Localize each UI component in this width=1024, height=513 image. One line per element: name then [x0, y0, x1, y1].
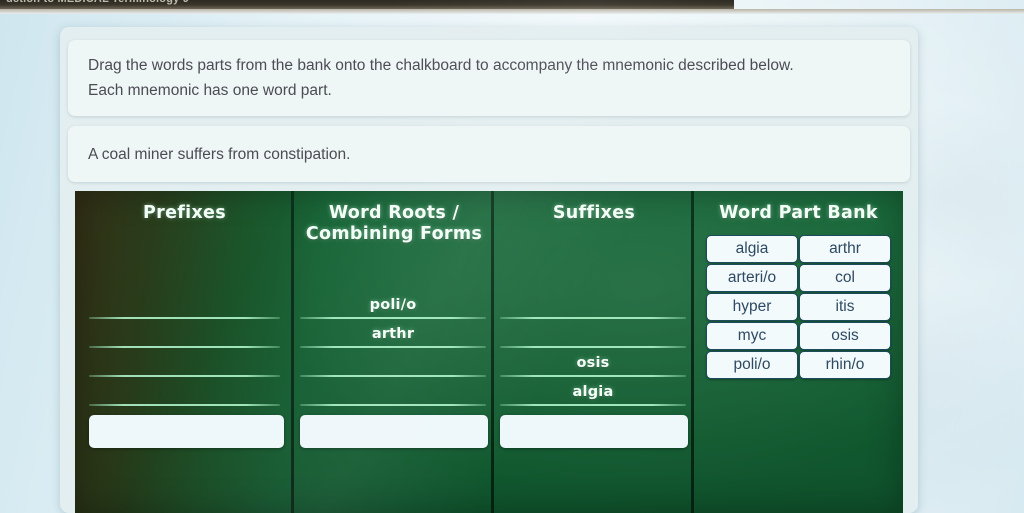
suffixes-rule-3 — [500, 375, 686, 377]
column-header-word-roots: Word Roots / Combining Forms — [294, 203, 494, 244]
chalkboard-column-prefixes[interactable]: Prefixes — [75, 191, 294, 513]
word-roots-rule-4 — [300, 404, 486, 406]
word-part-bank-header: Word Part Bank — [719, 203, 878, 223]
suffixes-rule-2 — [500, 346, 686, 348]
bank-tile[interactable]: algia — [706, 235, 798, 263]
bank-tile[interactable]: col — [799, 264, 891, 292]
bank-tile[interactable]: hyper — [706, 293, 798, 321]
instructions-line-1: Drag the words parts from the bank onto … — [88, 57, 794, 74]
word-roots-slot-2[interactable]: arthr — [300, 326, 486, 342]
column-header-suffixes: Suffixes — [552, 203, 636, 223]
word-roots-dropzone[interactable] — [300, 415, 488, 448]
prefixes-rule-2 — [89, 346, 280, 348]
suffixes-rule-1 — [500, 317, 686, 319]
instructions-text: Drag the words parts from the bank onto … — [88, 53, 894, 103]
column-header-word-roots-line-1: Word Roots / — [328, 203, 460, 223]
bank-tile[interactable]: itis — [799, 293, 891, 321]
suffixes-rule-4 — [500, 404, 686, 406]
bank-tile[interactable]: arteri/o — [706, 264, 798, 292]
app-titlebar-text: uction to MEDICAL Terminology 9 — [6, 0, 189, 5]
word-roots-rule-2 — [300, 346, 486, 348]
instructions-panel: Drag the words parts from the bank onto … — [68, 40, 910, 116]
prefixes-rule-3 — [89, 375, 280, 377]
word-roots-slot-1[interactable]: poli/o — [300, 297, 486, 313]
activity-card: Drag the words parts from the bank onto … — [60, 27, 918, 513]
word-roots-rule-3 — [300, 375, 486, 377]
titlebar-divider — [0, 9, 1024, 14]
mnemonic-prompt-panel: A coal miner suffers from constipation. — [68, 126, 910, 182]
prefixes-dropzone[interactable] — [89, 415, 284, 448]
prefixes-rule-4 — [89, 404, 280, 406]
suffixes-slot-4[interactable]: algia — [500, 384, 686, 400]
bank-tile[interactable]: arthr — [799, 235, 891, 263]
mnemonic-prompt-text: A coal miner suffers from constipation. — [88, 146, 351, 163]
instructions-line-2: Each mnemonic has one word part. — [88, 82, 332, 100]
app-titlebar: uction to MEDICAL Terminology 9 — [0, 0, 734, 9]
bank-tile[interactable]: rhin/o — [799, 351, 891, 379]
column-header-word-roots-line-2: Combining Forms — [305, 223, 483, 244]
suffixes-dropzone[interactable] — [500, 415, 688, 448]
word-part-bank-column[interactable]: Word Part Bank algia arthr arteri/o col … — [694, 191, 903, 513]
suffixes-slot-3[interactable]: osis — [500, 355, 686, 371]
chalkboard-column-suffixes[interactable]: Suffixes osis algia — [494, 191, 694, 513]
bank-tile[interactable]: poli/o — [706, 351, 798, 379]
prefixes-rule-1 — [89, 317, 280, 319]
chalkboard[interactable]: Prefixes Word Roots / Combining Forms po… — [75, 191, 903, 513]
column-header-prefixes: Prefixes — [143, 203, 226, 223]
bank-tile[interactable]: osis — [799, 322, 891, 350]
chalkboard-column-word-roots[interactable]: Word Roots / Combining Forms poli/o arth… — [294, 191, 494, 513]
word-part-bank-grid[interactable]: algia arthr arteri/o col hyper itis myc … — [706, 235, 891, 379]
bank-tile[interactable]: myc — [706, 322, 798, 350]
word-roots-rule-1 — [300, 317, 486, 319]
